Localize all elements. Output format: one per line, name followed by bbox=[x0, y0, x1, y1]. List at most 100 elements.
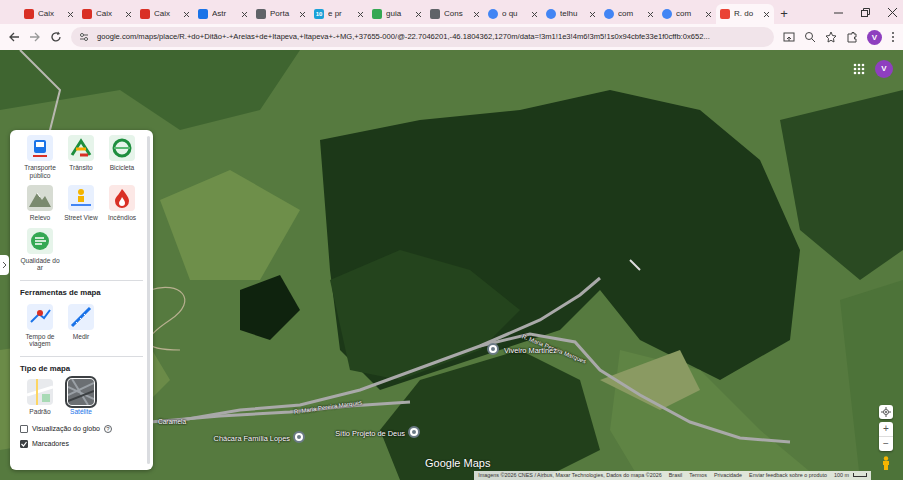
browser-window: CaixCaixCaixAstrPorta10e prguiaConso qut… bbox=[0, 0, 903, 480]
close-icon[interactable] bbox=[647, 11, 654, 18]
minimize-icon[interactable] bbox=[834, 8, 843, 17]
site-info-icon[interactable] bbox=[79, 32, 89, 42]
close-icon[interactable] bbox=[183, 11, 190, 18]
browser-tab[interactable]: Caix bbox=[136, 4, 194, 24]
place-pin-icon[interactable] bbox=[487, 343, 499, 355]
pegman-icon[interactable] bbox=[881, 456, 891, 470]
place-label[interactable]: Viveiro Martinez bbox=[504, 345, 557, 356]
apps-grid-icon[interactable] bbox=[853, 63, 865, 75]
layer-icon[interactable] bbox=[27, 228, 53, 254]
map-type-thumbnail-icon[interactable] bbox=[27, 379, 53, 405]
my-location-button[interactable] bbox=[879, 405, 893, 419]
tab-favicon-icon bbox=[24, 9, 34, 19]
address-bar[interactable]: google.com/maps/place/R.+do+Ditão+-+Arei… bbox=[71, 27, 774, 47]
place-pin-icon[interactable] bbox=[293, 431, 305, 443]
browser-tab[interactable]: Astr bbox=[194, 4, 252, 24]
browser-tab[interactable]: Porta bbox=[252, 4, 310, 24]
pin-dot bbox=[297, 435, 301, 439]
close-icon[interactable] bbox=[705, 11, 712, 18]
map-type-option[interactable]: Satélite bbox=[61, 379, 101, 416]
layer-icon[interactable] bbox=[68, 135, 94, 161]
back-icon[interactable] bbox=[8, 31, 20, 43]
layer-label: Street View bbox=[64, 214, 98, 222]
close-window-icon[interactable] bbox=[888, 8, 897, 17]
option-row[interactable]: Visualização do globo? bbox=[20, 424, 143, 435]
layer-item[interactable]: Bicicleta bbox=[102, 135, 142, 179]
restore-icon[interactable] bbox=[861, 8, 870, 17]
close-icon[interactable] bbox=[299, 11, 306, 18]
browser-tab[interactable]: 10e pr bbox=[310, 4, 368, 24]
option-row[interactable]: Marcadores bbox=[20, 439, 143, 450]
layer-item[interactable]: Incêndios bbox=[102, 185, 142, 222]
layer-item[interactable]: Relevo bbox=[20, 185, 60, 222]
close-icon[interactable] bbox=[473, 11, 480, 18]
layer-icon[interactable] bbox=[109, 185, 135, 211]
layer-item[interactable]: Qualidade do ar bbox=[20, 228, 60, 272]
extensions-icon[interactable] bbox=[846, 31, 858, 43]
layer-item[interactable]: Transporte público bbox=[20, 135, 60, 179]
layer-icon[interactable] bbox=[109, 135, 135, 161]
place-label[interactable]: Sítio Projeto de Deus bbox=[335, 428, 405, 439]
forward-icon[interactable] bbox=[29, 31, 41, 43]
map-view[interactable]: R. Maria Pereira MarquesR. Maria Pereira… bbox=[0, 50, 903, 480]
close-icon[interactable] bbox=[241, 11, 248, 18]
close-icon[interactable] bbox=[531, 11, 538, 18]
close-icon[interactable] bbox=[589, 11, 596, 18]
close-icon[interactable] bbox=[67, 11, 74, 18]
tool-icon[interactable] bbox=[68, 304, 94, 330]
layer-icon[interactable] bbox=[27, 135, 53, 161]
layer-item[interactable]: Trânsito bbox=[61, 135, 101, 179]
bookmark-star-icon[interactable] bbox=[825, 31, 837, 43]
browser-tab[interactable]: Cons bbox=[426, 4, 484, 24]
scale[interactable]: 100 m bbox=[834, 471, 867, 479]
profile-avatar[interactable]: V bbox=[867, 30, 882, 45]
option-label: Visualização do globo bbox=[32, 424, 100, 435]
layer-icon[interactable] bbox=[27, 185, 53, 211]
layer-label: Qualidade do ar bbox=[20, 257, 60, 272]
browser-tab[interactable]: R. do bbox=[716, 4, 774, 24]
place-pin-icon[interactable] bbox=[408, 426, 420, 438]
google-maps-watermark: Google Maps bbox=[425, 455, 490, 472]
layer-item[interactable]: Street View bbox=[61, 185, 101, 222]
scale-bar bbox=[853, 473, 867, 477]
place-label[interactable]: Chácara Família Lopes bbox=[214, 433, 290, 444]
panel-scrollbar[interactable] bbox=[147, 136, 150, 464]
browser-tab[interactable]: Caix bbox=[20, 4, 78, 24]
close-icon[interactable] bbox=[415, 11, 422, 18]
panel-divider bbox=[20, 356, 143, 357]
layer-icon[interactable] bbox=[68, 185, 94, 211]
browser-tab[interactable]: telhu bbox=[542, 4, 600, 24]
zoom-icon[interactable] bbox=[804, 31, 816, 43]
close-icon[interactable] bbox=[357, 11, 364, 18]
tool-item[interactable]: Medir bbox=[61, 304, 101, 348]
tool-icon[interactable] bbox=[27, 304, 53, 330]
browser-tab[interactable]: com bbox=[600, 4, 658, 24]
install-icon[interactable] bbox=[783, 31, 795, 43]
browser-tab[interactable]: guia bbox=[368, 4, 426, 24]
checkbox[interactable] bbox=[20, 440, 28, 448]
close-icon[interactable] bbox=[125, 11, 132, 18]
zoom-in-button[interactable]: + bbox=[879, 422, 893, 436]
account-avatar[interactable]: V bbox=[875, 60, 893, 78]
close-icon[interactable] bbox=[763, 11, 770, 18]
help-button[interactable]: ? bbox=[104, 425, 112, 433]
zoom-out-button[interactable]: − bbox=[879, 437, 893, 451]
checkbox[interactable] bbox=[20, 425, 28, 433]
check-icon bbox=[21, 441, 27, 447]
footer-link[interactable]: Privacidade bbox=[714, 471, 742, 479]
browser-tab[interactable]: Caix bbox=[78, 4, 136, 24]
layers-grid: Transporte públicoTrânsitoBicicleta Relev… bbox=[20, 135, 143, 272]
footer-link[interactable]: Brasil bbox=[669, 471, 682, 479]
browser-tab[interactable]: o qu bbox=[484, 4, 542, 24]
map-type-thumbnail-icon[interactable] bbox=[68, 379, 94, 405]
footer-link[interactable]: Termos bbox=[689, 471, 707, 479]
reload-icon[interactable] bbox=[50, 31, 62, 43]
menu-icon[interactable] bbox=[891, 31, 895, 43]
browser-tab[interactable]: com bbox=[658, 4, 716, 24]
scale-label: 100 m bbox=[834, 471, 849, 479]
footer-link[interactable]: Enviar feedback sobre o produto bbox=[749, 471, 827, 479]
new-tab-button[interactable]: + bbox=[774, 4, 794, 24]
map-type-option[interactable]: Padrão bbox=[20, 379, 60, 416]
tool-item[interactable]: Tempo de viagem bbox=[20, 304, 60, 348]
collapse-panel-button[interactable] bbox=[0, 255, 9, 275]
